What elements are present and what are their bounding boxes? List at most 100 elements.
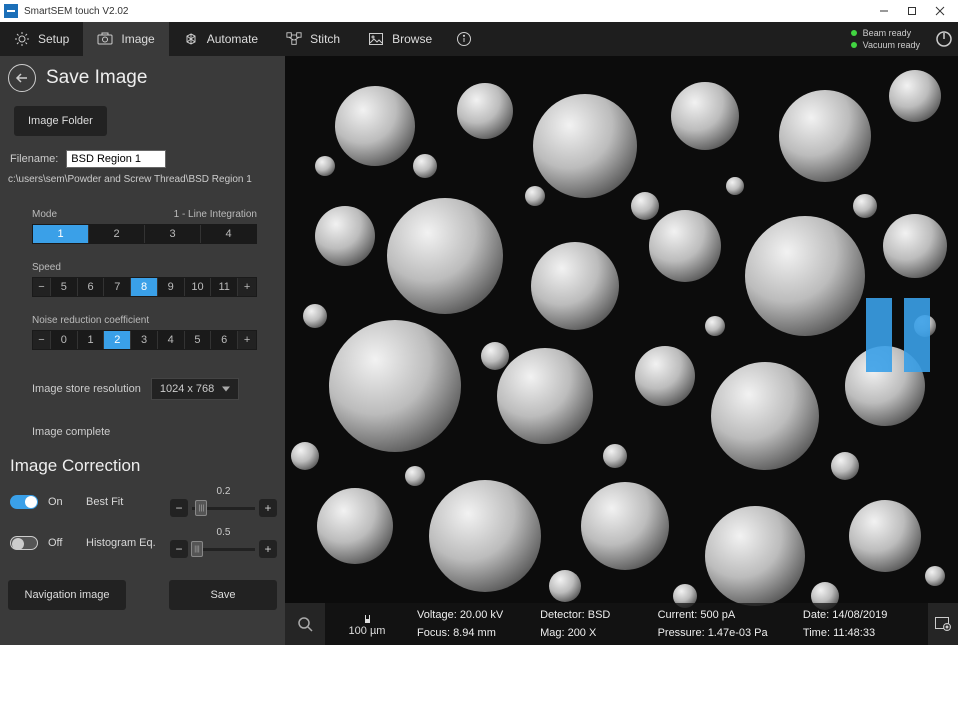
- resolution-label: Image store resolution: [32, 383, 141, 395]
- noise-seg-opt-1[interactable]: 1: [78, 331, 105, 349]
- noise-seg-minus[interactable]: −: [33, 331, 51, 349]
- speed-seg-opt-9[interactable]: 9: [158, 278, 185, 296]
- speed-seg-opt-8[interactable]: 8: [131, 278, 158, 296]
- mode-seg-opt-1[interactable]: 1: [33, 225, 89, 243]
- close-button[interactable]: [926, 0, 954, 22]
- bestfit-plus[interactable]: +: [259, 499, 277, 517]
- speed-seg-opt-6[interactable]: 6: [78, 278, 105, 296]
- mode-label: Mode: [32, 209, 57, 220]
- toolbar-stitch[interactable]: Stitch: [272, 22, 354, 56]
- resolution-select[interactable]: 1024 x 768: [151, 378, 239, 400]
- noise-seg-opt-2[interactable]: 2: [104, 331, 131, 349]
- image-correction-title: Image Correction: [8, 456, 277, 476]
- mode-current: 1 - Line Integration: [174, 209, 257, 220]
- info-current: Current: 500 pA: [658, 606, 797, 624]
- camera-icon: [97, 31, 113, 47]
- titlebar: SmartSEM touch V2.02: [0, 0, 958, 22]
- save-path: c:\users\sem\Powder and Screw Thread\BSD…: [8, 174, 277, 185]
- save-button[interactable]: Save: [169, 580, 277, 610]
- stitch-icon: [286, 31, 302, 47]
- histeq-name: Histogram Eq.: [86, 537, 160, 549]
- noise-seg-opt-3[interactable]: 3: [131, 331, 158, 349]
- filename-label: Filename:: [10, 153, 58, 165]
- toolbar-automate-label: Automate: [207, 32, 258, 46]
- image-viewer[interactable]: 100 µm Voltage: 20.00 kV Detector: BSD C…: [285, 56, 958, 645]
- info-mag: Mag: 200 X: [540, 624, 652, 642]
- content-area: Save Image Image Folder Filename: c:\use…: [0, 56, 958, 645]
- speed-seg-opt-11[interactable]: 11: [211, 278, 238, 296]
- vacuum-status-label: Vacuum ready: [863, 40, 920, 50]
- toolbar-browse-label: Browse: [392, 32, 432, 46]
- info-time: Time: 11:48:33: [803, 624, 920, 642]
- speed-seg-opt-10[interactable]: 10: [185, 278, 212, 296]
- status-indicators: Beam ready Vacuum ready: [851, 22, 930, 56]
- bestfit-value: 0.2: [217, 486, 231, 497]
- noise-segmented[interactable]: −0123456+: [32, 330, 257, 350]
- image-folder-button[interactable]: Image Folder: [14, 106, 107, 136]
- histeq-value: 0.5: [217, 527, 231, 538]
- magnifier-button[interactable]: [285, 603, 325, 645]
- histeq-slider[interactable]: |||: [192, 548, 255, 551]
- toolbar-info[interactable]: [446, 22, 482, 56]
- filename-input[interactable]: [66, 150, 166, 168]
- bestfit-toggle[interactable]: [10, 495, 38, 509]
- mode-segmented[interactable]: 1234: [32, 224, 257, 244]
- beam-status-label: Beam ready: [863, 28, 912, 38]
- panel-title: Save Image: [46, 67, 147, 89]
- viewer-info-bar: 100 µm Voltage: 20.00 kV Detector: BSD C…: [285, 603, 958, 645]
- app-window: SmartSEM touch V2.02 Setup Image: [0, 0, 958, 645]
- beam-status-dot: [851, 30, 857, 36]
- mode-seg-opt-2[interactable]: 2: [89, 225, 145, 243]
- photo-icon: [368, 31, 384, 47]
- histeq-state: Off: [48, 537, 76, 549]
- window-controls: [870, 0, 954, 22]
- toolbar-stitch-label: Stitch: [310, 32, 340, 46]
- bestfit-slider[interactable]: |||: [192, 507, 255, 510]
- gear-icon: [14, 31, 30, 47]
- minimize-button[interactable]: [870, 0, 898, 22]
- toolbar-automate[interactable]: Automate: [169, 22, 272, 56]
- noise-seg-opt-5[interactable]: 5: [185, 331, 212, 349]
- toolbar-setup[interactable]: Setup: [0, 22, 83, 56]
- speed-seg-plus[interactable]: +: [238, 278, 256, 296]
- speed-seg-minus[interactable]: −: [33, 278, 51, 296]
- sem-image: [285, 56, 958, 645]
- info-icon: [456, 31, 472, 47]
- info-focus: Focus: 8.94 mm: [417, 624, 534, 642]
- toolbar-image-label: Image: [121, 32, 154, 46]
- main-toolbar: Setup Image Automate Stitch Browse: [0, 22, 958, 56]
- vacuum-status-dot: [851, 42, 857, 48]
- speed-seg-opt-5[interactable]: 5: [51, 278, 78, 296]
- histeq-toggle[interactable]: [10, 536, 38, 550]
- noise-label: Noise reduction coefficient: [32, 315, 149, 326]
- pause-overlay-icon[interactable]: [866, 298, 930, 372]
- app-icon: [4, 4, 18, 18]
- noise-seg-plus[interactable]: +: [238, 331, 256, 349]
- bestfit-state: On: [48, 496, 76, 508]
- bestfit-minus[interactable]: −: [170, 499, 188, 517]
- image-complete-status: Image complete: [8, 426, 277, 438]
- back-button[interactable]: [8, 64, 36, 92]
- maximize-button[interactable]: [898, 0, 926, 22]
- info-voltage: Voltage: 20.00 kV: [417, 606, 534, 624]
- speed-segmented[interactable]: −567891011+: [32, 277, 257, 297]
- info-detector: Detector: BSD: [540, 606, 652, 624]
- resolution-value: 1024 x 768: [160, 383, 214, 395]
- mode-seg-opt-4[interactable]: 4: [201, 225, 256, 243]
- histeq-plus[interactable]: +: [259, 540, 277, 558]
- viewer-settings-button[interactable]: [928, 603, 958, 645]
- noise-seg-opt-0[interactable]: 0: [51, 331, 78, 349]
- speed-seg-opt-7[interactable]: 7: [104, 278, 131, 296]
- scale-label: 100 µm: [349, 625, 386, 637]
- window-title: SmartSEM touch V2.02: [24, 6, 129, 17]
- automate-icon: [183, 31, 199, 47]
- mode-seg-opt-3[interactable]: 3: [145, 225, 201, 243]
- noise-seg-opt-6[interactable]: 6: [211, 331, 238, 349]
- toolbar-image[interactable]: Image: [83, 22, 168, 56]
- scale-bar: 100 µm: [325, 603, 409, 645]
- toolbar-browse[interactable]: Browse: [354, 22, 446, 56]
- navigation-image-button[interactable]: Navigation image: [8, 580, 126, 610]
- histeq-minus[interactable]: −: [170, 540, 188, 558]
- noise-seg-opt-4[interactable]: 4: [158, 331, 185, 349]
- power-button[interactable]: [930, 22, 958, 56]
